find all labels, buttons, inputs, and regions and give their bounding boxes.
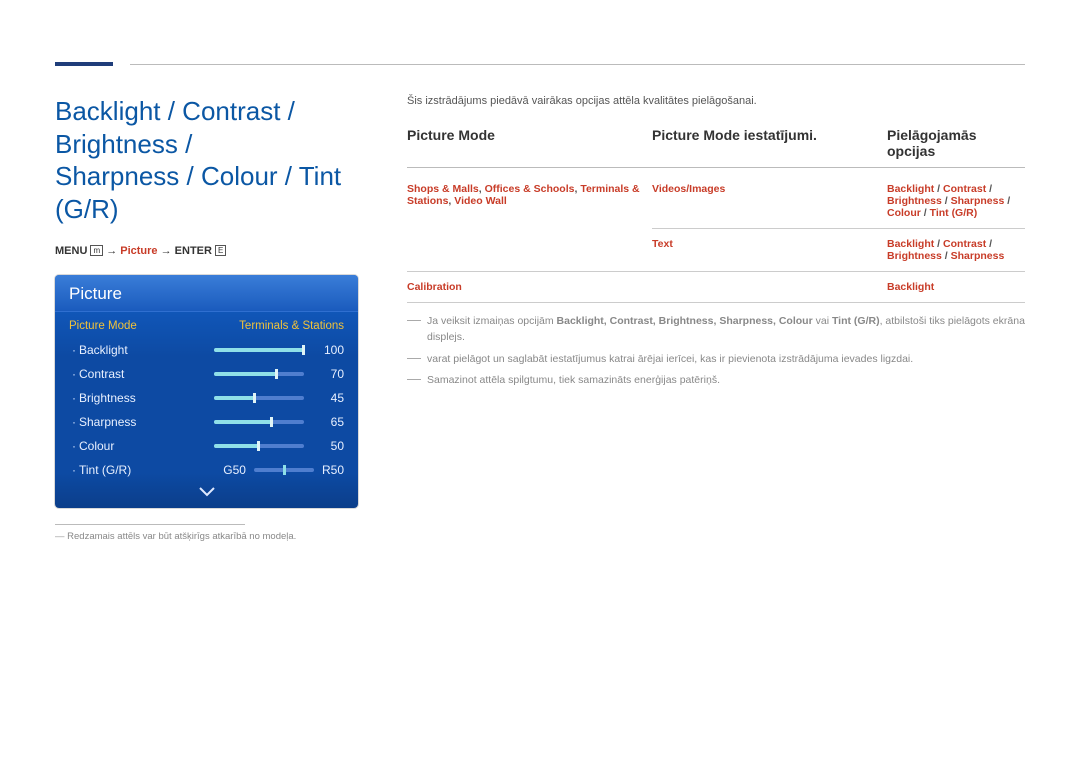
osd-item-label: Colour	[79, 439, 179, 453]
note-text: Samazinot attēla spilgtumu, tiek samazin…	[427, 372, 720, 388]
notes-block: Ja veiksit izmaiņas opcijām Backlight, C…	[407, 313, 1025, 388]
osd-item-value: 65	[314, 415, 344, 429]
osd-item-brightness[interactable]: · Brightness 45	[55, 386, 358, 410]
footnote-rule	[55, 524, 245, 525]
osd-picture-mode-value: Terminals & Stations	[239, 320, 344, 332]
slider-track[interactable]	[214, 372, 304, 376]
slider-track[interactable]	[214, 348, 304, 352]
page-content: Backlight / Contrast / Brightness / Shar…	[55, 95, 1025, 542]
left-column: Backlight / Contrast / Brightness / Shar…	[55, 95, 365, 542]
table-row: Calibration Backlight	[407, 272, 1025, 303]
cell: Shops & Malls, Offices & Schools, Termin…	[407, 183, 640, 207]
osd-picture-mode-row[interactable]: Picture Mode Terminals & Stations	[55, 312, 358, 338]
cell: Backlight / Contrast / Brightness / Shar…	[887, 174, 1025, 229]
osd-item-label: Backlight	[79, 343, 179, 357]
cell: Backlight / Contrast / Brightness / Shar…	[887, 229, 1025, 272]
tint-r-value: R50	[322, 463, 344, 477]
breadcrumb-menu: MENU	[55, 245, 87, 257]
osd-item-value: 50	[314, 439, 344, 453]
breadcrumb-enter: ENTER	[175, 245, 212, 257]
osd-item-value: 70	[314, 367, 344, 381]
dash-icon	[407, 379, 421, 380]
osd-item-value: 100	[314, 343, 344, 357]
cell: Calibration	[407, 272, 652, 303]
breadcrumb-arrow: →	[161, 245, 172, 257]
osd-item-contrast[interactable]: · Contrast 70	[55, 362, 358, 386]
th-options: Pielāgojamās opcijas	[887, 127, 1025, 159]
bullet-icon: ·	[69, 463, 79, 477]
enter-icon: E	[215, 245, 226, 256]
slider-track[interactable]	[214, 420, 304, 424]
osd-item-label: Tint (G/R)	[79, 463, 151, 477]
slider-track[interactable]	[214, 444, 304, 448]
osd-item-sharpness[interactable]: · Sharpness 65	[55, 410, 358, 434]
bullet-icon: ·	[69, 439, 79, 453]
slider-track[interactable]	[214, 396, 304, 400]
osd-item-label: Contrast	[79, 367, 179, 381]
th-picture-mode: Picture Mode	[407, 127, 652, 159]
footnote: ― Redzamais attēls var būt atšķirīgs atk…	[55, 531, 365, 542]
note-item: Samazinot attēla spilgtumu, tiek samazin…	[407, 372, 1025, 388]
note-item: Ja veiksit izmaiņas opcijām Backlight, C…	[407, 313, 1025, 346]
note-text: Ja veiksit izmaiņas opcijām Backlight, C…	[427, 313, 1025, 346]
osd-picture-panel: Picture Picture Mode Terminals & Station…	[55, 275, 358, 508]
osd-item-label: Brightness	[79, 391, 179, 405]
cell: Videos/Images	[652, 174, 887, 229]
osd-item-colour[interactable]: · Colour 50	[55, 434, 358, 458]
bullet-icon: ·	[69, 415, 79, 429]
breadcrumb-picture: Picture	[120, 245, 157, 257]
osd-picture-mode-label: Picture Mode	[69, 320, 239, 332]
breadcrumb: MENU m → Picture → ENTER E	[55, 245, 365, 257]
option-table: Shops & Malls, Offices & Schools, Termin…	[407, 174, 1025, 303]
option-table-header: Picture Mode Picture Mode iestatījumi. P…	[407, 127, 1025, 168]
breadcrumb-arrow: →	[106, 245, 117, 257]
osd-item-backlight[interactable]: · Backlight 100	[55, 338, 358, 362]
bullet-icon: ·	[69, 367, 79, 381]
cell: Text	[652, 229, 887, 272]
note-text: varat pielāgot un saglabāt iestatījumus …	[427, 351, 913, 367]
osd-item-label: Sharpness	[79, 415, 179, 429]
table-row: Shops & Malls, Offices & Schools, Termin…	[407, 174, 1025, 229]
page-title: Backlight / Contrast / Brightness / Shar…	[55, 95, 365, 225]
header-accent-bar	[55, 62, 113, 66]
menu-icon: m	[90, 245, 103, 256]
chevron-down-icon[interactable]	[55, 482, 358, 508]
title-line-2: Sharpness / Colour / Tint (G/R)	[55, 161, 341, 224]
header-rule	[130, 64, 1025, 65]
dash-icon	[407, 358, 421, 359]
bullet-icon: ·	[69, 391, 79, 405]
right-column: Šis izstrādājums piedāvā vairākas opcija…	[407, 95, 1025, 542]
th-settings: Picture Mode iestatījumi.	[652, 127, 887, 159]
bullet-icon: ·	[69, 343, 79, 357]
note-item: varat pielāgot un saglabāt iestatījumus …	[407, 351, 1025, 367]
dash-icon	[407, 320, 421, 321]
footnote-text: Redzamais attēls var būt atšķirīgs atkar…	[67, 531, 296, 542]
title-line-1: Backlight / Contrast / Brightness /	[55, 96, 295, 159]
tint-g-value: G50	[223, 463, 246, 477]
osd-header: Picture	[55, 275, 358, 312]
osd-item-value: 45	[314, 391, 344, 405]
slider-track[interactable]	[254, 468, 314, 472]
cell: Backlight	[887, 272, 1025, 303]
cell	[652, 272, 887, 303]
intro-text: Šis izstrādājums piedāvā vairākas opcija…	[407, 95, 1025, 107]
osd-item-tint[interactable]: · Tint (G/R) G50 R50	[55, 458, 358, 482]
